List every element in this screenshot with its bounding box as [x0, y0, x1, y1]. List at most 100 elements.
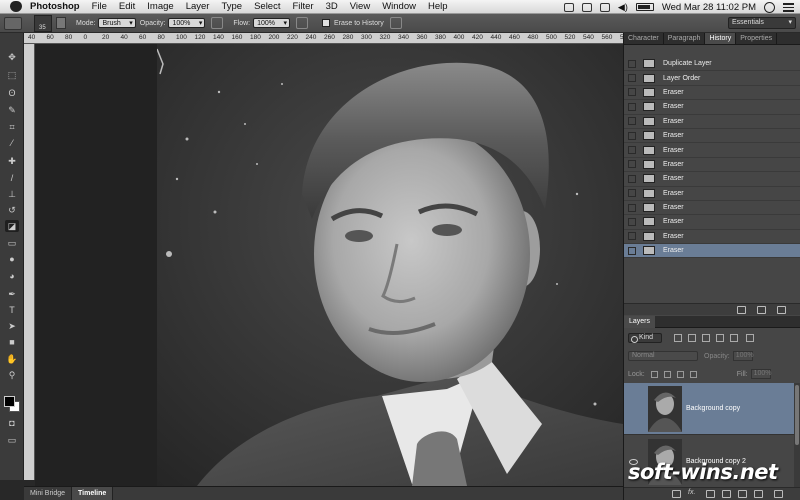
type-tool-icon[interactable]: T — [5, 304, 19, 316]
zoom-tool-icon[interactable]: ⚲ — [5, 369, 19, 381]
history-state[interactable]: Eraser — [624, 129, 800, 144]
tab-timeline[interactable]: Timeline — [72, 487, 114, 500]
lock-all-icon[interactable] — [689, 370, 697, 378]
menu-window[interactable]: Window — [382, 1, 416, 12]
history-brush-source-box[interactable] — [628, 189, 636, 198]
history-state[interactable]: Eraser — [624, 187, 800, 201]
history-brush-source-box[interactable] — [628, 217, 636, 226]
history-brush-source-box[interactable] — [628, 232, 636, 241]
new-document-from-state-icon[interactable] — [737, 306, 746, 314]
menu-type[interactable]: Type — [221, 1, 242, 12]
blur-tool-icon[interactable]: ● — [5, 253, 19, 265]
clone-stamp-tool-icon[interactable]: ⊥ — [5, 188, 19, 200]
layer-opacity-field[interactable]: 100% — [732, 351, 754, 361]
history-brush-source-box[interactable] — [628, 174, 636, 183]
menu-layer[interactable]: Layer — [186, 1, 210, 12]
tab-history[interactable]: History — [705, 33, 737, 44]
brush-panel-toggle-icon[interactable] — [56, 17, 66, 29]
document-canvas[interactable] — [157, 44, 623, 486]
opacity-field[interactable]: 100% — [168, 18, 206, 28]
pen-tool-icon[interactable]: ✒ — [5, 288, 19, 300]
volume-icon[interactable]: ◀) — [618, 2, 628, 13]
trash-icon[interactable] — [777, 306, 786, 314]
path-selection-tool-icon[interactable]: ➤ — [5, 320, 19, 332]
shape-tool-icon[interactable]: ■ — [5, 336, 19, 348]
quick-select-tool-icon[interactable]: ✎ — [5, 104, 19, 116]
notification-center-icon[interactable] — [783, 2, 794, 12]
apple-logo-icon[interactable] — [10, 1, 22, 12]
history-state[interactable]: Eraser — [624, 115, 800, 129]
history-brush-source-box[interactable] — [628, 246, 636, 255]
workspace-switcher[interactable]: Essentials — [728, 17, 796, 29]
dodge-tool-icon[interactable]: ◕ — [5, 270, 19, 282]
brush-tool-icon[interactable]: / — [5, 172, 19, 184]
filter-toggle-icon[interactable] — [746, 334, 754, 342]
lock-position-icon[interactable] — [676, 370, 684, 378]
smart-object-filter-icon[interactable] — [730, 334, 738, 342]
quick-mask-icon[interactable]: ◘ — [5, 417, 19, 429]
menu-select[interactable]: Select — [254, 1, 280, 12]
menu-edit[interactable]: Edit — [119, 1, 135, 12]
move-tool-icon[interactable]: ✥ — [5, 51, 19, 63]
eyedropper-tool-icon[interactable]: ⁄ — [5, 137, 19, 149]
visibility-eye-icon[interactable] — [629, 406, 638, 412]
healing-brush-tool-icon[interactable]: ✚ — [5, 155, 19, 167]
history-state[interactable]: Duplicate Layer — [624, 57, 800, 72]
history-brush-source-box[interactable] — [628, 88, 636, 97]
tab-layers[interactable]: Layers — [624, 316, 656, 328]
history-brush-source-box[interactable] — [628, 74, 636, 83]
menu-filter[interactable]: Filter — [292, 1, 313, 12]
menu-image[interactable]: Image — [147, 1, 173, 12]
time-machine-icon[interactable] — [581, 2, 592, 12]
layer-kind-filter[interactable]: Kind — [628, 333, 662, 343]
eraser-tool-icon[interactable]: ◪ — [5, 220, 19, 232]
pressure-size-icon[interactable] — [389, 17, 402, 29]
tab-mini-bridge[interactable]: Mini Bridge — [24, 487, 73, 500]
history-state[interactable]: Eraser — [624, 230, 800, 245]
foreground-color-swatch[interactable] — [4, 396, 15, 407]
menu-view[interactable]: View — [350, 1, 370, 12]
layer-row[interactable]: Background copy — [624, 383, 794, 435]
marquee-tool-icon[interactable]: ⬚ — [5, 69, 19, 81]
lock-pixels-icon[interactable] — [663, 370, 671, 378]
history-state[interactable]: Eraser — [624, 244, 800, 259]
snapshot-camera-icon[interactable] — [757, 306, 766, 314]
lock-transparency-icon[interactable] — [650, 370, 658, 378]
gradient-tool-icon[interactable]: ▭ — [5, 237, 19, 249]
history-state[interactable]: Eraser — [624, 100, 800, 115]
history-state[interactable]: Eraser — [624, 201, 800, 216]
history-brush-tool-icon[interactable]: ↺ — [5, 204, 19, 216]
pressure-opacity-icon[interactable] — [211, 17, 224, 29]
crop-tool-icon[interactable]: ⌗ — [5, 121, 19, 133]
wifi-icon[interactable] — [599, 2, 610, 12]
app-menu[interactable]: Photoshop — [30, 1, 80, 12]
history-brush-source-box[interactable] — [628, 146, 636, 155]
history-brush-source-box[interactable] — [628, 203, 636, 212]
tab-character[interactable]: Character — [624, 33, 664, 44]
erase-to-history-checkbox[interactable] — [322, 19, 330, 27]
type-filter-icon[interactable] — [702, 334, 710, 342]
battery-icon[interactable] — [635, 3, 654, 11]
menu-file[interactable]: File — [92, 1, 107, 12]
mode-select[interactable]: Brush — [98, 18, 136, 28]
lasso-tool-icon[interactable]: ʘ — [5, 87, 19, 99]
history-state[interactable]: Eraser — [624, 158, 800, 173]
pixel-filter-icon[interactable] — [674, 334, 682, 342]
history-state[interactable]: Eraser — [624, 143, 800, 158]
fill-field[interactable]: 100% — [750, 369, 772, 379]
history-brush-source-box[interactable] — [628, 59, 636, 68]
screen-mode-icon[interactable]: ▭ — [5, 434, 19, 446]
status-icon[interactable] — [563, 2, 574, 12]
history-state[interactable]: Layer Order — [624, 71, 800, 86]
history-state[interactable]: Eraser — [624, 172, 800, 187]
history-state[interactable]: Eraser — [624, 215, 800, 230]
blend-mode-select[interactable]: Normal — [628, 351, 698, 361]
clock[interactable]: Wed Mar 28 11:02 PM — [662, 2, 756, 13]
spotlight-search-icon[interactable] — [764, 1, 775, 13]
tab-properties[interactable]: Properties — [736, 33, 778, 44]
history-state[interactable]: Eraser — [624, 86, 800, 101]
shape-filter-icon[interactable] — [716, 334, 724, 342]
history-brush-source-box[interactable] — [628, 131, 636, 140]
layer-name[interactable]: Background copy — [686, 405, 740, 412]
tab-paragraph[interactable]: Paragraph — [664, 33, 706, 44]
